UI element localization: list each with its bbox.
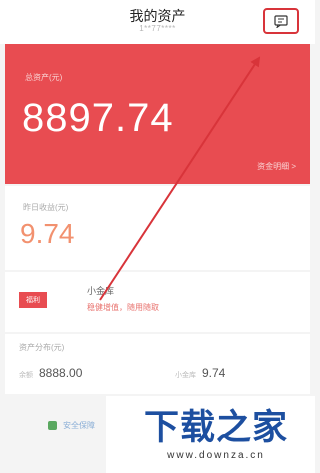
- top-bar: 我的资产 1**77****: [0, 0, 315, 44]
- earnings-amount: 9.74: [20, 218, 75, 249]
- detail-link[interactable]: 资金明细 >: [257, 161, 296, 172]
- message-icon: [274, 14, 288, 28]
- asset-distribution-label: 资产分布(元): [19, 343, 65, 352]
- balance-value: 8888.00: [39, 366, 83, 380]
- watermark-logo: 下载之家: [143, 408, 288, 447]
- total-asset-card[interactable]: 总资产(元) 8897.74 资金明细 >: [5, 44, 310, 184]
- vault-stat[interactable]: 小金库 9.74: [175, 366, 225, 380]
- promo-row[interactable]: 福利 小金库 稳健增值，随用随取: [5, 272, 310, 332]
- promo-title: 小金库: [87, 286, 115, 296]
- earnings-card[interactable]: 昨日收益(元) 9.74: [5, 186, 310, 270]
- vault-value: 9.74: [202, 366, 226, 380]
- message-button[interactable]: [263, 8, 299, 34]
- promo-badge: 福利: [19, 292, 47, 308]
- security-link-label: 安全保障: [63, 421, 95, 430]
- total-asset-label: 总资产(元): [25, 73, 63, 82]
- watermark-url: www.downza.cn: [167, 450, 265, 461]
- shield-icon: [48, 421, 57, 430]
- total-asset-amount: 8897.74: [22, 96, 174, 140]
- asset-distribution: 资产分布(元) 余额 8888.00 小金库 9.74: [5, 334, 310, 394]
- balance-stat[interactable]: 余额 8888.00: [19, 366, 82, 380]
- earnings-label: 昨日收益(元): [23, 203, 69, 212]
- promo-description: 稳健增值，随用随取: [87, 303, 159, 312]
- security-link[interactable]: 安全保障: [48, 420, 95, 431]
- balance-key: 余额: [19, 372, 33, 379]
- vault-key: 小金库: [175, 372, 196, 379]
